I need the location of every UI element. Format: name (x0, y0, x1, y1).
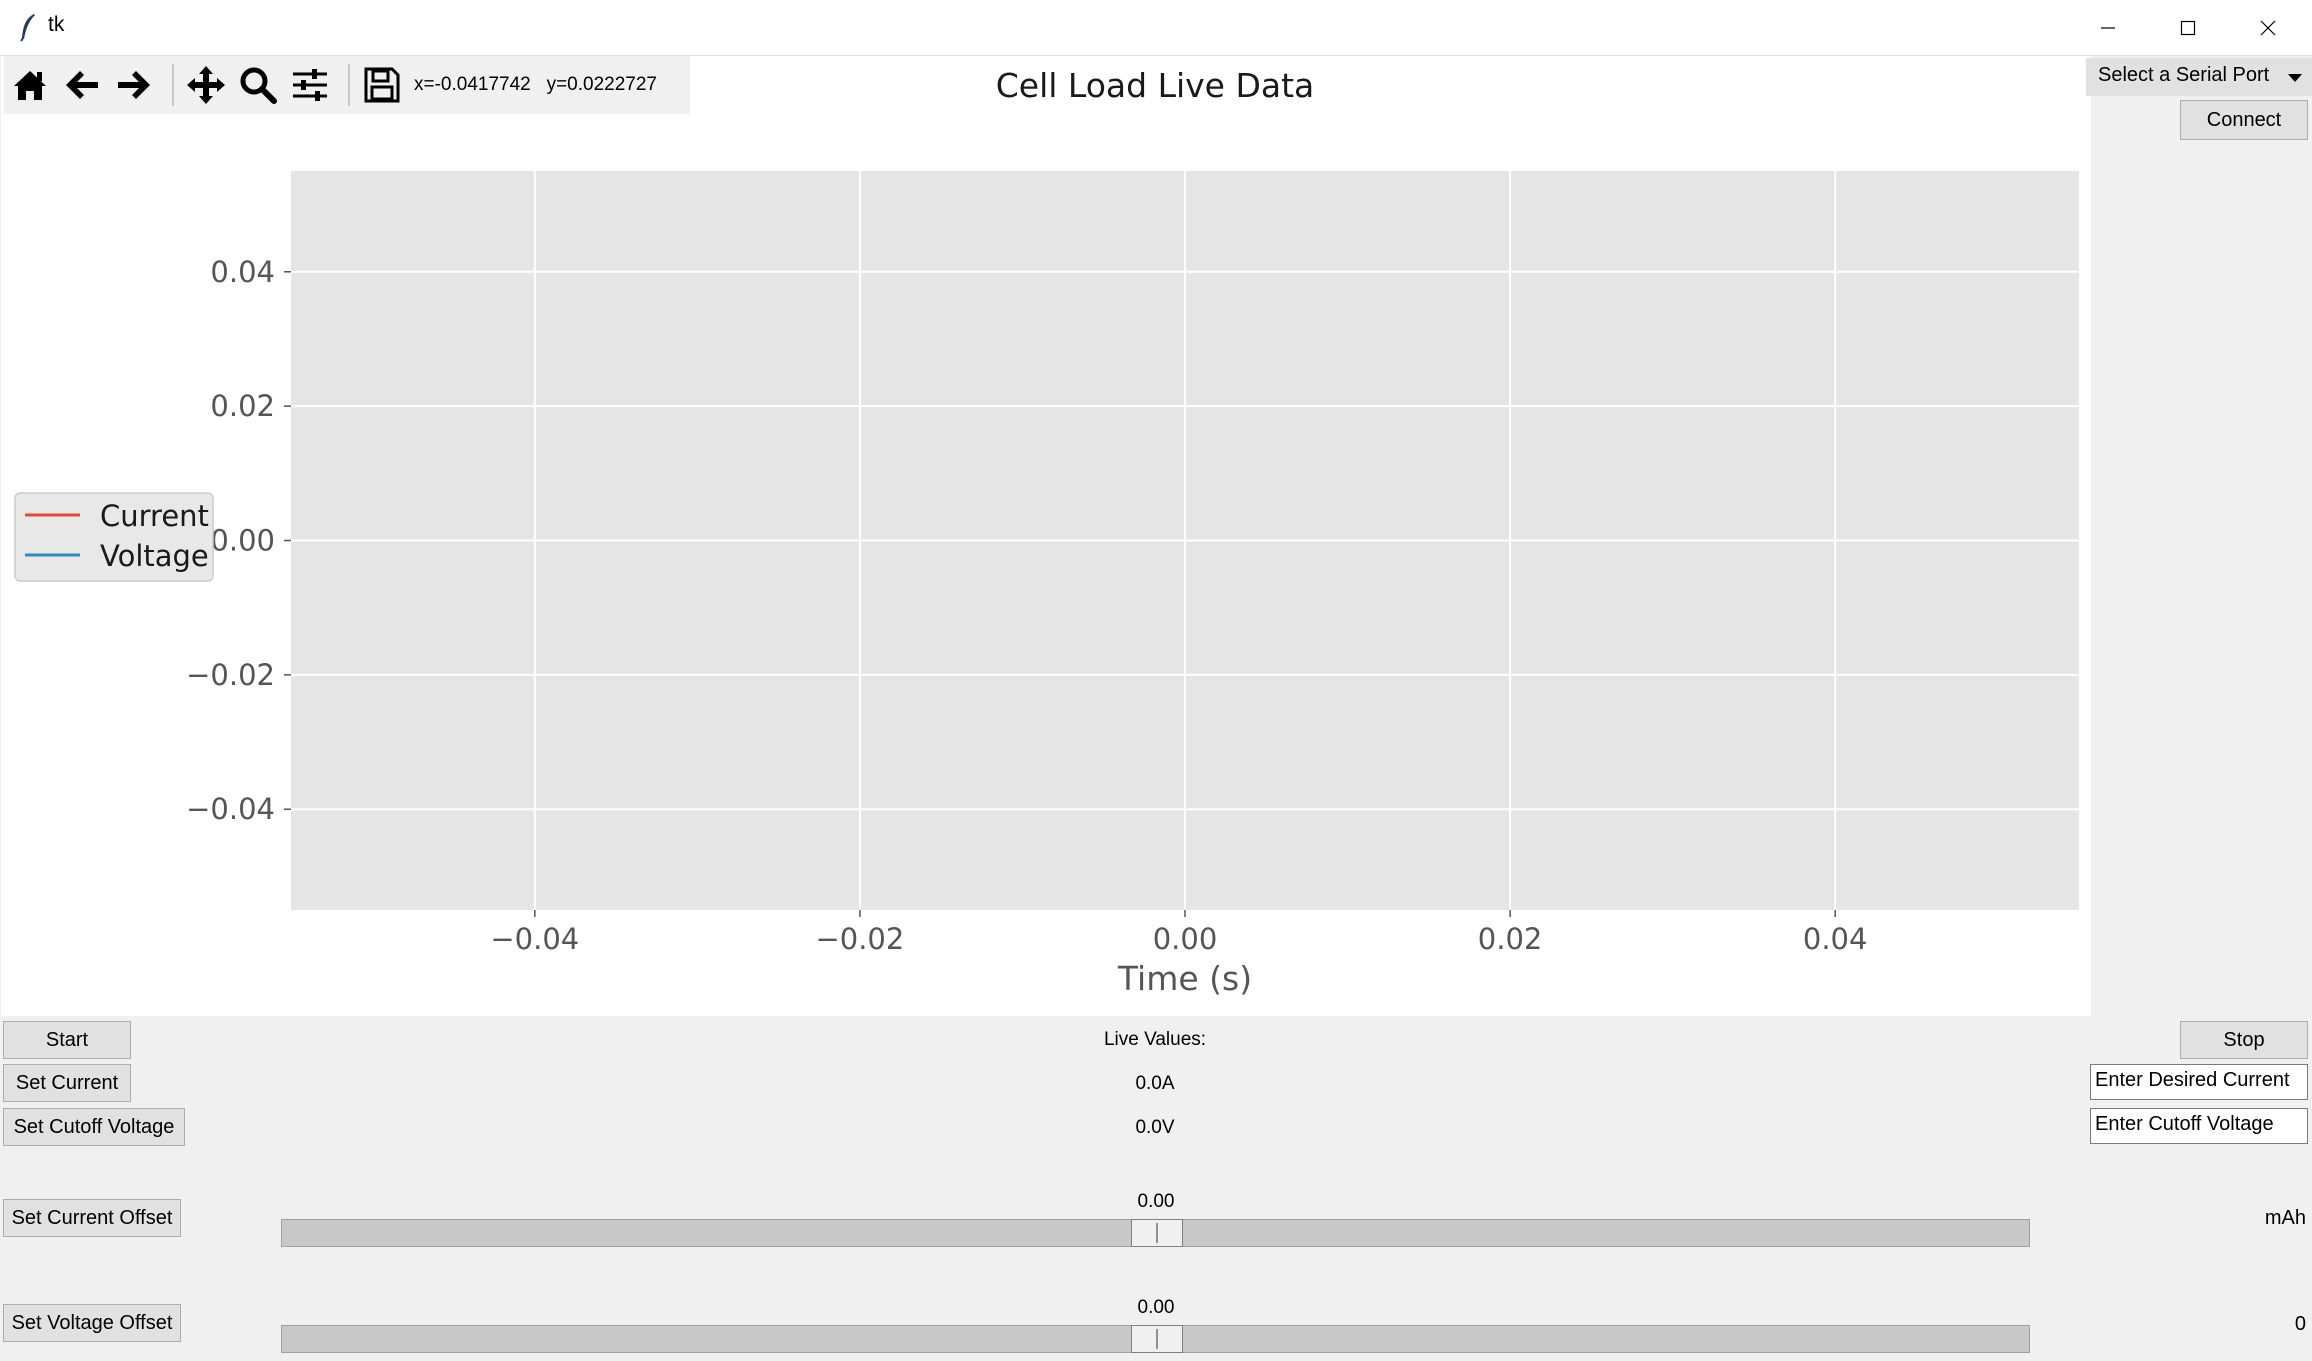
navigation-toolbar: x=-0.0417742 y=0.0222727 (4, 56, 690, 114)
arrow-left-icon (66, 71, 98, 99)
set-cutoff-voltage-button[interactable]: Set Cutoff Voltage (3, 1108, 185, 1146)
x-tick-label: 0.04 (1803, 922, 1868, 956)
x-tick-label: 0.00 (1153, 922, 1218, 956)
bottom-right-value: 0 (2294, 1313, 2306, 1335)
magnifier-icon (240, 67, 277, 104)
legend-entry: Current (100, 499, 209, 533)
home-button[interactable] (6, 62, 54, 108)
stop-button[interactable]: Stop (2180, 1021, 2308, 1059)
cutoff-voltage-input[interactable]: Enter Cutoff Voltage (2090, 1108, 2308, 1144)
capacity-unit-label: mAh (2264, 1207, 2306, 1229)
live-voltage-value: 0.0V (1135, 1117, 1175, 1138)
sliders-icon (293, 69, 327, 101)
voltage-offset-value: 0.00 (1137, 1297, 1175, 1318)
toolbar-separator (172, 64, 174, 106)
chevron-down-icon (2288, 74, 2302, 82)
current-offset-slider-handle[interactable] (1130, 1219, 1183, 1247)
x-axis-label: Time (s) (1117, 959, 1252, 998)
voltage-offset-slider-handle[interactable] (1130, 1325, 1183, 1353)
live-current-value: 0.0A (1135, 1073, 1175, 1094)
zoom-button[interactable] (234, 62, 282, 108)
set-voltage-offset-button[interactable]: Set Voltage Offset (3, 1304, 181, 1342)
pan-button[interactable] (182, 62, 230, 108)
set-current-offset-button[interactable]: Set Current Offset (3, 1199, 181, 1237)
configure-subplots-button[interactable] (286, 62, 334, 108)
voltage-offset-slider[interactable] (281, 1325, 2030, 1353)
connect-button[interactable]: Connect (2180, 100, 2308, 140)
y-tick-label: 0.04 (210, 255, 275, 289)
desired-current-input[interactable]: Enter Desired Current (2090, 1064, 2308, 1100)
y-tick-label: −0.04 (186, 792, 275, 826)
start-button[interactable]: Start (3, 1021, 131, 1059)
serial-port-select-label: Select a Serial Port (2098, 64, 2270, 86)
current-offset-slider[interactable] (281, 1219, 2030, 1247)
live-data-chart: −0.04 −0.02 0.00 0.02 0.04 0.04 0.02 0.00 −0.02 −… (14, 171, 2079, 998)
set-current-button[interactable]: Set Current (3, 1064, 131, 1102)
legend-entry: Voltage (100, 539, 209, 573)
arrow-right-icon (118, 71, 150, 99)
y-tick-label: −0.02 (186, 658, 275, 692)
x-tick-label: −0.04 (490, 922, 579, 956)
chart-title: Cell Load Live Data (995, 66, 1315, 105)
x-tick-label: −0.02 (815, 922, 904, 956)
forward-button[interactable] (110, 62, 158, 108)
move-icon (187, 66, 225, 104)
serial-port-select[interactable]: Select a Serial Port (2086, 58, 2312, 96)
x-tick-label: 0.02 (1478, 922, 1543, 956)
current-offset-value: 0.00 (1137, 1191, 1175, 1212)
floppy-disk-icon (364, 67, 400, 103)
live-values-label: Live Values: (1103, 1029, 1207, 1050)
home-icon (14, 71, 46, 100)
toolbar-separator (348, 64, 350, 106)
cursor-coordinates: x=-0.0417742 y=0.0222727 (414, 74, 657, 95)
y-tick-label: 0.00 (210, 524, 275, 558)
back-button[interactable] (58, 62, 106, 108)
save-figure-button[interactable] (358, 62, 406, 108)
y-tick-label: 0.02 (210, 389, 275, 423)
